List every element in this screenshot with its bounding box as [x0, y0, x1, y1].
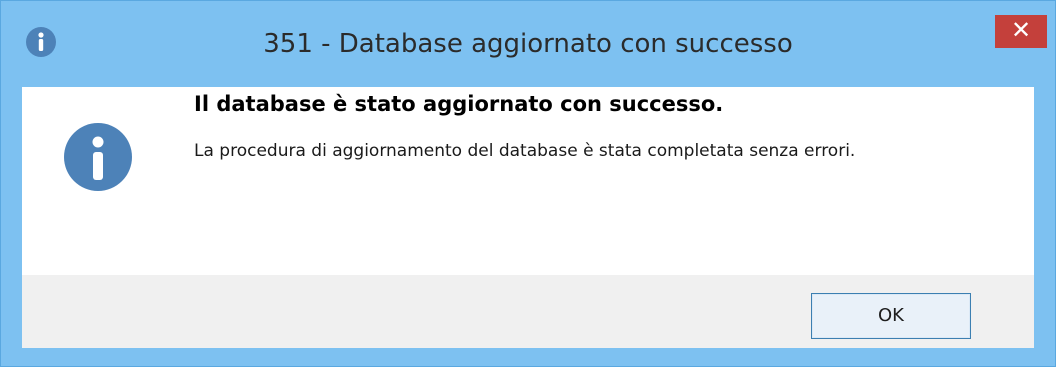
message-content: La procedura di aggiornamento del databa…: [194, 141, 856, 161]
ok-button[interactable]: OK: [811, 293, 971, 339]
close-icon: ✕: [1010, 16, 1032, 44]
window-title: 351 - Database aggiornato con successo: [263, 29, 793, 59]
message-area: Il database è stato aggiornato con succe…: [22, 87, 1034, 275]
close-button[interactable]: ✕: [995, 15, 1047, 48]
main-instruction: Il database è stato aggiornato con succe…: [194, 92, 724, 116]
info-icon: [64, 123, 132, 191]
button-bar: OK: [22, 275, 1034, 348]
title-bar[interactable]: 351 - Database aggiornato con successo ✕: [1, 1, 1055, 87]
dialog-window: 351 - Database aggiornato con successo ✕…: [0, 0, 1056, 367]
